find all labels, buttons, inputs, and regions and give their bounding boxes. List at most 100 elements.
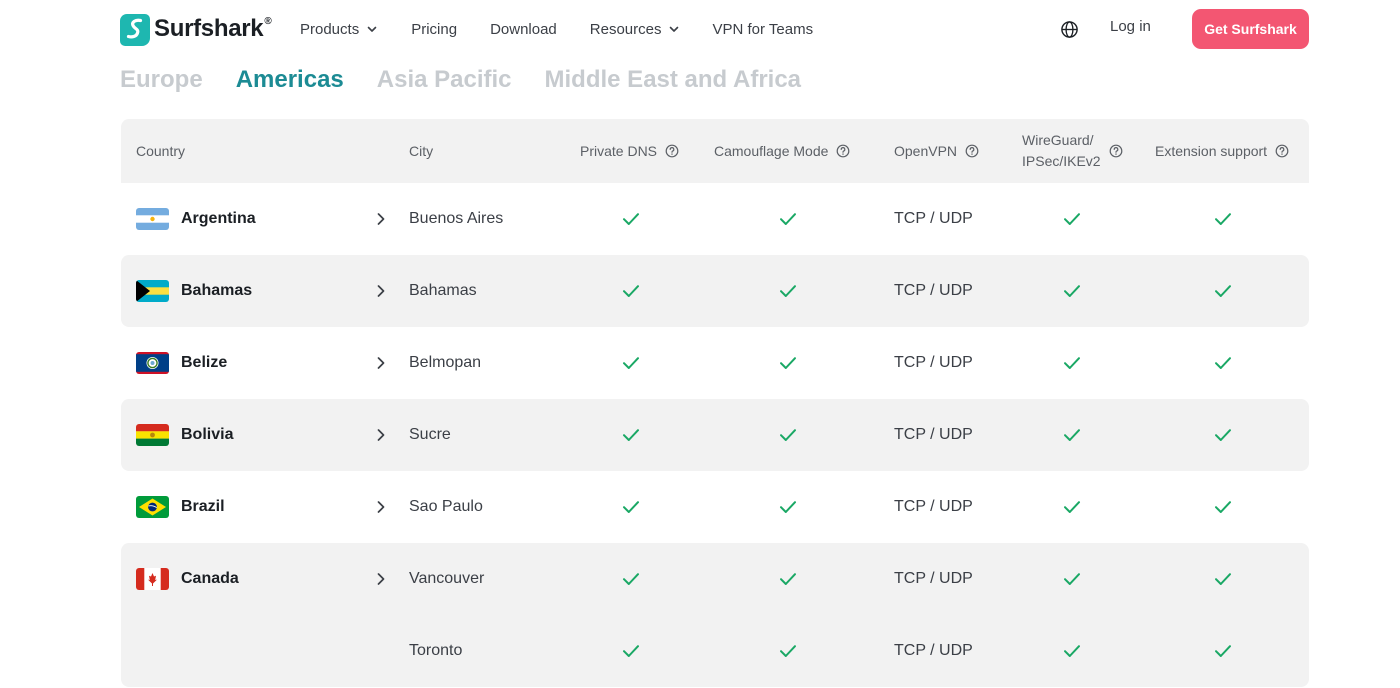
nav-pricing-label: Pricing — [411, 20, 458, 38]
tab-europe[interactable]: Europe — [120, 66, 203, 94]
header-camouflage-mode: Camouflage Mode — [714, 119, 850, 183]
login-link[interactable]: Log in — [1110, 18, 1151, 35]
tab-asia-pacific[interactable]: Asia Pacific — [377, 66, 512, 94]
openvpn-cell: TCP / UDP — [894, 282, 973, 299]
city-cell: Buenos Aires — [409, 210, 504, 227]
chevron-right-icon[interactable] — [375, 500, 387, 514]
country-name: Argentina — [181, 210, 256, 227]
camouflage-cell — [779, 399, 797, 471]
country-cell: Argentina — [136, 183, 256, 255]
wireguard-cell — [1063, 255, 1081, 327]
globe-icon[interactable] — [1060, 20, 1079, 39]
camouflage-cell — [779, 255, 797, 327]
header-private-dns: Private DNS — [580, 119, 679, 183]
table-row: Argentina Buenos Aires TCP / UDP — [121, 183, 1309, 255]
country-cell: Brazil — [136, 471, 225, 543]
brazil-flag-icon — [136, 496, 169, 518]
country-name: Brazil — [181, 498, 225, 515]
check-icon — [623, 285, 639, 297]
wireguard-cell — [1063, 399, 1081, 471]
header-country-label: Country — [136, 143, 186, 159]
chevron-down-icon — [367, 26, 377, 32]
check-icon — [780, 429, 796, 441]
tab-americas[interactable]: Americas — [236, 66, 344, 94]
extension-cell — [1214, 615, 1232, 687]
check-icon — [1215, 429, 1231, 441]
belize-flag-icon — [136, 352, 169, 374]
check-icon — [1215, 357, 1231, 369]
nav-download[interactable]: Download — [490, 18, 557, 40]
chevron-right-icon[interactable] — [375, 428, 387, 442]
table-row: Canada Vancouver TCP / UDP — [121, 543, 1309, 615]
header-wireguard-label: WireGuard/ IPSec/IKEv2 — [1022, 130, 1101, 172]
canada-flag-icon — [136, 568, 169, 590]
wireguard-cell — [1063, 471, 1081, 543]
nav-resources[interactable]: Resources — [590, 18, 680, 40]
city-cell: Sucre — [409, 426, 451, 443]
check-icon — [623, 429, 639, 441]
camouflage-cell — [779, 183, 797, 255]
extension-cell — [1214, 471, 1232, 543]
region-tabs: Europe Americas Asia Pacific Middle East… — [120, 66, 834, 94]
server-locations-table: Country City Private DNS Camouflage Mode… — [121, 119, 1309, 687]
city-cell: Toronto — [409, 642, 463, 659]
check-icon — [1064, 501, 1080, 513]
chevron-right-icon[interactable] — [375, 212, 387, 226]
help-icon[interactable] — [836, 144, 850, 158]
openvpn-cell: TCP / UDP — [894, 570, 973, 587]
private-dns-cell — [622, 327, 640, 399]
extension-cell — [1214, 327, 1232, 399]
country-name: Bolivia — [181, 426, 234, 443]
header-private-dns-label: Private DNS — [580, 143, 658, 159]
main-nav: Products Pricing Download Resources VPN … — [300, 18, 813, 40]
header-wireguard-line2: IPSec/IKEv2 — [1022, 153, 1101, 169]
check-icon — [623, 645, 639, 657]
surfshark-logo[interactable]: Surfshark ® — [120, 11, 272, 47]
nav-vpn-for-teams-label: VPN for Teams — [712, 20, 814, 38]
check-icon — [1215, 285, 1231, 297]
registered-mark: ® — [264, 15, 272, 27]
openvpn-cell: TCP / UDP — [894, 498, 973, 515]
check-icon — [780, 213, 796, 225]
check-icon — [1215, 645, 1231, 657]
table-row: Belize Belmopan TCP / UDP — [121, 327, 1309, 399]
help-icon[interactable] — [665, 144, 679, 158]
header-extension-label: Extension support — [1155, 143, 1268, 159]
table-row: Bahamas Bahamas TCP / UDP — [121, 255, 1309, 327]
chevron-right-icon[interactable] — [375, 284, 387, 298]
table-row: Bolivia Sucre TCP / UDP — [121, 399, 1309, 471]
private-dns-cell — [622, 399, 640, 471]
wireguard-cell — [1063, 183, 1081, 255]
extension-cell — [1214, 255, 1232, 327]
check-icon — [623, 573, 639, 585]
extension-cell — [1214, 543, 1232, 615]
chevron-right-icon[interactable] — [375, 572, 387, 586]
table-row: Toronto TCP / UDP — [121, 615, 1309, 687]
tab-middle-east-africa[interactable]: Middle East and Africa — [545, 66, 802, 94]
check-icon — [1064, 645, 1080, 657]
check-icon — [1215, 501, 1231, 513]
check-icon — [623, 213, 639, 225]
city-cell: Bahamas — [409, 282, 477, 299]
private-dns-cell — [622, 543, 640, 615]
nav-resources-label: Resources — [589, 20, 662, 38]
nav-pricing[interactable]: Pricing — [411, 18, 457, 40]
camouflage-cell — [779, 327, 797, 399]
bolivia-flag-icon — [136, 424, 169, 446]
city-cell: Sao Paulo — [409, 498, 483, 515]
help-icon[interactable] — [1109, 144, 1123, 158]
header-country: Country — [136, 119, 185, 183]
check-icon — [1215, 213, 1231, 225]
header-openvpn: OpenVPN — [894, 119, 979, 183]
openvpn-cell: TCP / UDP — [894, 354, 973, 371]
private-dns-cell — [622, 183, 640, 255]
nav-products[interactable]: Products — [300, 18, 377, 40]
nav-download-label: Download — [490, 20, 557, 38]
help-icon[interactable] — [1275, 144, 1289, 158]
get-surfshark-button[interactable]: Get Surfshark — [1192, 9, 1309, 49]
country-cell: Bahamas — [136, 255, 252, 327]
help-icon[interactable] — [965, 144, 979, 158]
chevron-right-icon[interactable] — [375, 356, 387, 370]
nav-vpn-for-teams[interactable]: VPN for Teams — [712, 18, 813, 40]
check-icon — [1064, 357, 1080, 369]
